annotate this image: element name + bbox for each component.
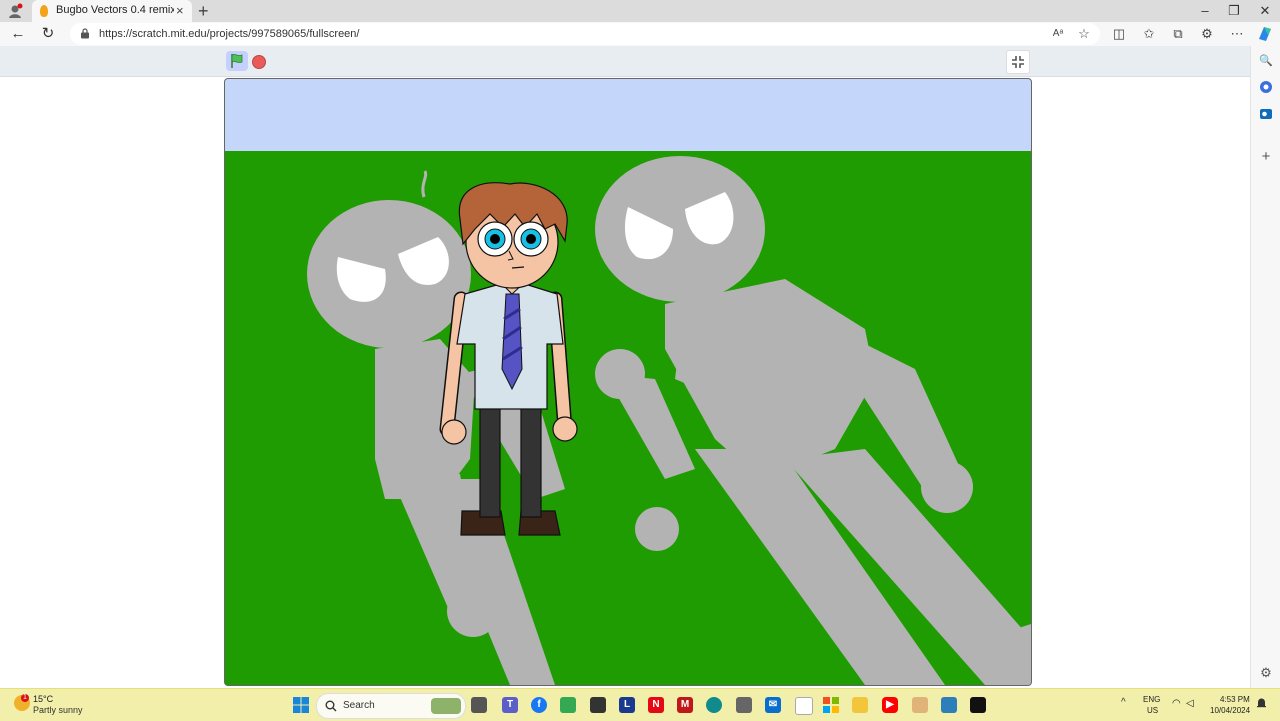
l-app-icon[interactable]: L [619,697,635,713]
task-view-icon[interactable] [471,697,487,713]
language-indicator[interactable]: ENG [1143,695,1160,704]
back-button[interactable]: ← [7,24,29,44]
maps-icon[interactable] [560,697,576,713]
weather-temperature[interactable]: 15°C [33,694,53,704]
mcafee-icon[interactable]: M [677,697,693,713]
tray-overflow-icon[interactable]: ^ [1121,697,1126,708]
stop-button[interactable] [252,55,266,69]
scratch-app-icon[interactable] [912,697,928,713]
tab-title: Bugbo Vectors 0.4 remix on Scratch [56,4,174,16]
stage-artwork [225,79,1031,685]
edge-icon[interactable] [706,697,722,713]
roblox-icon[interactable] [736,697,752,713]
weather-badge: 1 [21,694,29,702]
read-aloud-icon[interactable]: Aᵃ [1047,24,1069,44]
wifi-icon[interactable]: ◠ [1172,698,1181,709]
browser-sidebar: 🔍 + ⚙ [1250,46,1280,688]
scratch-controls-bar [0,46,1250,77]
favorites-icon[interactable]: ✩ [1138,24,1160,44]
facebook-icon[interactable]: f [531,697,547,713]
teams-icon[interactable]: T [502,697,518,713]
split-screen-icon[interactable]: ◫ [1108,24,1130,44]
scratch-favicon-icon [40,5,48,17]
taskbar-search-box[interactable]: Search [316,693,466,719]
more-icon[interactable]: ⋯ [1226,24,1248,44]
lock-icon[interactable] [80,28,90,39]
favorite-star-icon[interactable]: ☆ [1073,24,1095,44]
volume-icon[interactable]: ◁ [1186,698,1194,709]
file-icon[interactable] [795,697,813,715]
green-flag-icon [231,54,243,68]
search-highlight-image [431,698,461,714]
search-placeholder: Search [343,700,375,711]
search-icon[interactable]: 🔍 [1255,50,1277,72]
search-icon [325,700,337,712]
exit-fullscreen-button[interactable] [1006,50,1030,74]
weather-condition[interactable]: Partly sunny [33,705,83,715]
microsoft-store-icon[interactable] [823,697,839,713]
mail-icon[interactable]: ✉ [765,697,781,713]
netflix-icon[interactable]: N [648,697,664,713]
region-indicator[interactable]: US [1147,706,1158,715]
add-sidebar-app-icon[interactable]: + [1255,146,1277,168]
terminal-icon[interactable] [970,697,986,713]
extensions-icon[interactable]: ⚙ [1196,24,1218,44]
new-tab-button[interactable]: + [198,1,209,22]
refresh-button[interactable]: ↻ [37,24,59,44]
notification-bell-icon[interactable] [1256,697,1267,709]
address-bar-row: ← ↻ https://scratch.mit.edu/projects/997… [0,22,1280,46]
close-window-button[interactable]: ✕ [1250,2,1280,20]
browser-tab-active[interactable]: Bugbo Vectors 0.4 remix on Scratch × [32,0,192,22]
url-field[interactable]: https://scratch.mit.edu/projects/9975890… [70,23,1100,45]
collections-icon[interactable]: ⧉ [1167,24,1189,44]
clock-date[interactable]: 10/04/2024 [1210,706,1250,715]
minimize-button[interactable]: – [1190,2,1220,20]
sky [225,79,1031,151]
shopping-icon[interactable] [1259,80,1273,94]
sidebar-settings-icon[interactable]: ⚙ [1255,662,1277,684]
file-explorer-icon[interactable] [852,697,868,713]
youtube-icon[interactable]: ▶ [882,697,898,713]
clock-time[interactable]: 4:53 PM [1220,695,1250,704]
tab-close-icon[interactable]: × [176,3,184,18]
url-text: https://scratch.mit.edu/projects/9975890… [99,28,360,40]
outlook-icon[interactable] [1259,107,1273,121]
windows-start-icon[interactable] [293,697,309,713]
among-us-icon[interactable] [590,697,606,713]
scratch-stage[interactable] [224,78,1032,686]
exit-fullscreen-icon [1012,56,1024,68]
windows-taskbar: 1 15°C Partly sunny Search T f L N M ✉ ▶… [0,688,1280,721]
calculator-icon[interactable] [941,697,957,713]
copilot-icon[interactable] [1256,25,1274,43]
profile-avatar-icon[interactable] [7,3,23,19]
browser-title-bar: Bugbo Vectors 0.4 remix on Scratch × + –… [0,0,1280,22]
maximize-button[interactable]: ❐ [1219,2,1249,20]
green-flag-button[interactable] [226,51,248,71]
